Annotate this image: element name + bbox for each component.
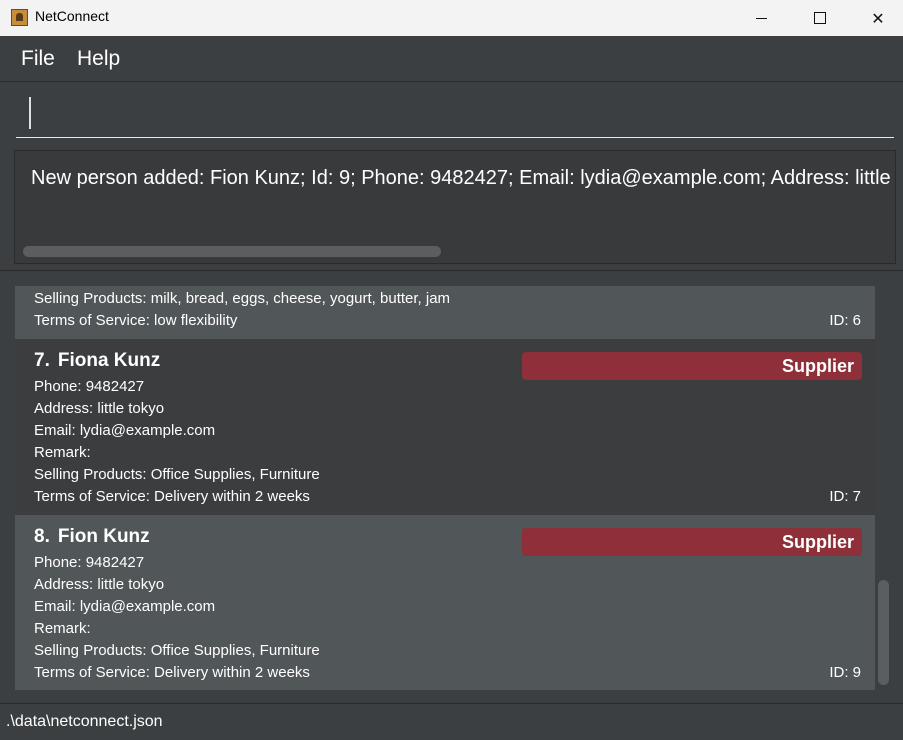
menu-bar: File Help — [0, 36, 903, 82]
card-products: Selling Products: Office Supplies, Furni… — [34, 642, 320, 659]
text-caret — [29, 97, 31, 129]
card-remark: Remark: — [34, 620, 91, 637]
card-terms: Terms of Service: Delivery within 2 week… — [34, 664, 310, 681]
card-id: ID: 6 — [829, 312, 861, 329]
card-name-row: 7. Fiona Kunz — [34, 350, 160, 372]
card-email: Email: lydia@example.com — [34, 422, 216, 439]
card-index: 8. — [34, 526, 50, 547]
data-file-path: .\data\netconnect.json — [6, 713, 163, 730]
status-bar: .\data\netconnect.json — [0, 703, 903, 740]
maximize-icon — [814, 12, 826, 24]
card-address: Address: little tokyo — [34, 400, 165, 417]
card-id: ID: 7 — [829, 488, 861, 505]
person-list-panel: Selling Products: milk, bread, eggs, che… — [0, 270, 903, 703]
card-phone: Phone: 9482427 — [34, 554, 145, 571]
command-input[interactable] — [16, 88, 894, 138]
card-remark: Remark: — [34, 444, 91, 461]
close-icon: ✕ — [871, 8, 885, 28]
horizontal-scrollbar[interactable] — [21, 246, 889, 258]
person-card[interactable]: Selling Products: milk, bread, eggs, che… — [15, 286, 875, 339]
minimize-icon — [755, 17, 767, 19]
person-card[interactable]: 8. Fion Kunz Supplier Phone: 9482427 Addr… — [15, 515, 875, 690]
card-products: Selling Products: Office Supplies, Furni… — [34, 466, 320, 483]
horizontal-scroll-thumb[interactable] — [23, 246, 441, 257]
title-bar: NetConnect ✕ — [0, 0, 903, 36]
contacts-book-icon — [11, 9, 28, 26]
person-card[interactable]: 7. Fiona Kunz Supplier Phone: 9482427 Add… — [15, 339, 875, 515]
card-address: Address: little tokyo — [34, 576, 165, 593]
card-name: Fiona Kunz — [57, 350, 161, 371]
card-id: ID: 9 — [829, 664, 861, 681]
menu-file[interactable]: File — [21, 47, 55, 71]
card-products: Selling Products: milk, bread, eggs, che… — [34, 290, 451, 307]
card-phone: Phone: 9482427 — [34, 378, 145, 395]
menu-help[interactable]: Help — [77, 47, 120, 71]
card-terms: Terms of Service: Delivery within 2 week… — [34, 488, 310, 505]
card-name: Fion Kunz — [57, 526, 150, 547]
close-button[interactable]: ✕ — [855, 0, 901, 36]
person-list[interactable]: Selling Products: milk, bread, eggs, che… — [15, 286, 875, 690]
result-display: New person added: Fion Kunz; Id: 9; Phon… — [14, 150, 896, 264]
vertical-scroll-thumb[interactable] — [878, 580, 889, 685]
window-title: NetConnect — [35, 8, 109, 24]
minimize-button[interactable] — [738, 0, 784, 36]
card-email: Email: lydia@example.com — [34, 598, 216, 615]
maximize-button[interactable] — [797, 0, 843, 36]
supplier-tag: Supplier — [522, 528, 862, 556]
card-name-row: 8. Fion Kunz — [34, 526, 150, 548]
card-terms: Terms of Service: low flexibility — [34, 312, 238, 329]
result-message: New person added: Fion Kunz; Id: 9; Phon… — [31, 167, 895, 189]
command-box — [0, 82, 903, 144]
card-index: 7. — [34, 350, 50, 371]
supplier-tag: Supplier — [522, 352, 862, 380]
